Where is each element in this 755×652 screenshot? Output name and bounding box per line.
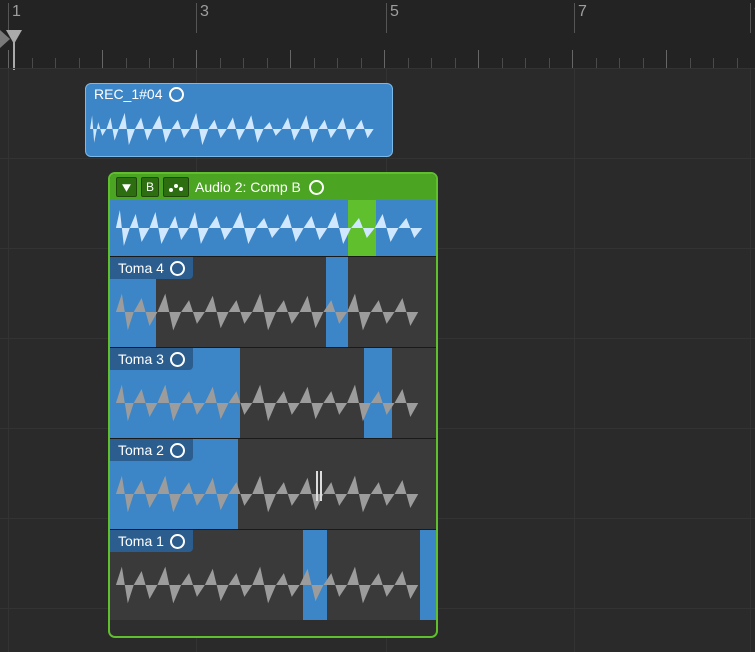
region-label: REC_1#04: [94, 86, 163, 102]
loop-icon: [309, 180, 324, 195]
disclosure-triangle-icon[interactable]: [116, 177, 137, 197]
loop-icon: [170, 534, 185, 549]
take-row[interactable]: Toma 2: [110, 438, 436, 529]
take-label: Toma 1: [110, 530, 193, 552]
take-row[interactable]: Toma 3: [110, 347, 436, 438]
playhead[interactable]: [6, 30, 22, 44]
tracks-area[interactable]: REC_1#04 B Audio 2: Comp B: [0, 68, 755, 652]
edit-cursor-icon[interactable]: [316, 471, 322, 501]
comp-track[interactable]: [110, 200, 436, 256]
take-row[interactable]: Toma 1: [110, 529, 436, 620]
take-folder[interactable]: B Audio 2: Comp B Toma 4 Toma 3 Toma 2 Toma…: [108, 172, 438, 638]
loop-icon: [170, 443, 185, 458]
waveform: [110, 558, 436, 612]
take-label: Toma 3: [110, 348, 193, 370]
take-folder-header[interactable]: B Audio 2: Comp B: [110, 174, 436, 200]
loop-icon: [170, 352, 185, 367]
quick-swipe-icon[interactable]: [163, 177, 189, 197]
loop-icon: [169, 87, 184, 102]
ruler-bar-number: 3: [200, 3, 209, 21]
loop-icon: [170, 261, 185, 276]
comp-selector-button[interactable]: B: [141, 177, 159, 197]
waveform: [110, 376, 436, 430]
timeline-ruler[interactable]: 13579: [0, 0, 755, 68]
take-label: Toma 2: [110, 439, 193, 461]
audio-region-rec1[interactable]: REC_1#04: [85, 83, 393, 157]
waveform: [110, 285, 436, 339]
take-label: Toma 4: [110, 257, 193, 279]
ruler-bar-number: 1: [12, 3, 21, 21]
take-row[interactable]: Toma 4: [110, 256, 436, 347]
ruler-bar-number: 7: [578, 3, 587, 21]
ruler-bar-number: 5: [390, 3, 399, 21]
waveform: [110, 467, 436, 521]
take-folder-title: Audio 2: Comp B: [195, 179, 301, 195]
